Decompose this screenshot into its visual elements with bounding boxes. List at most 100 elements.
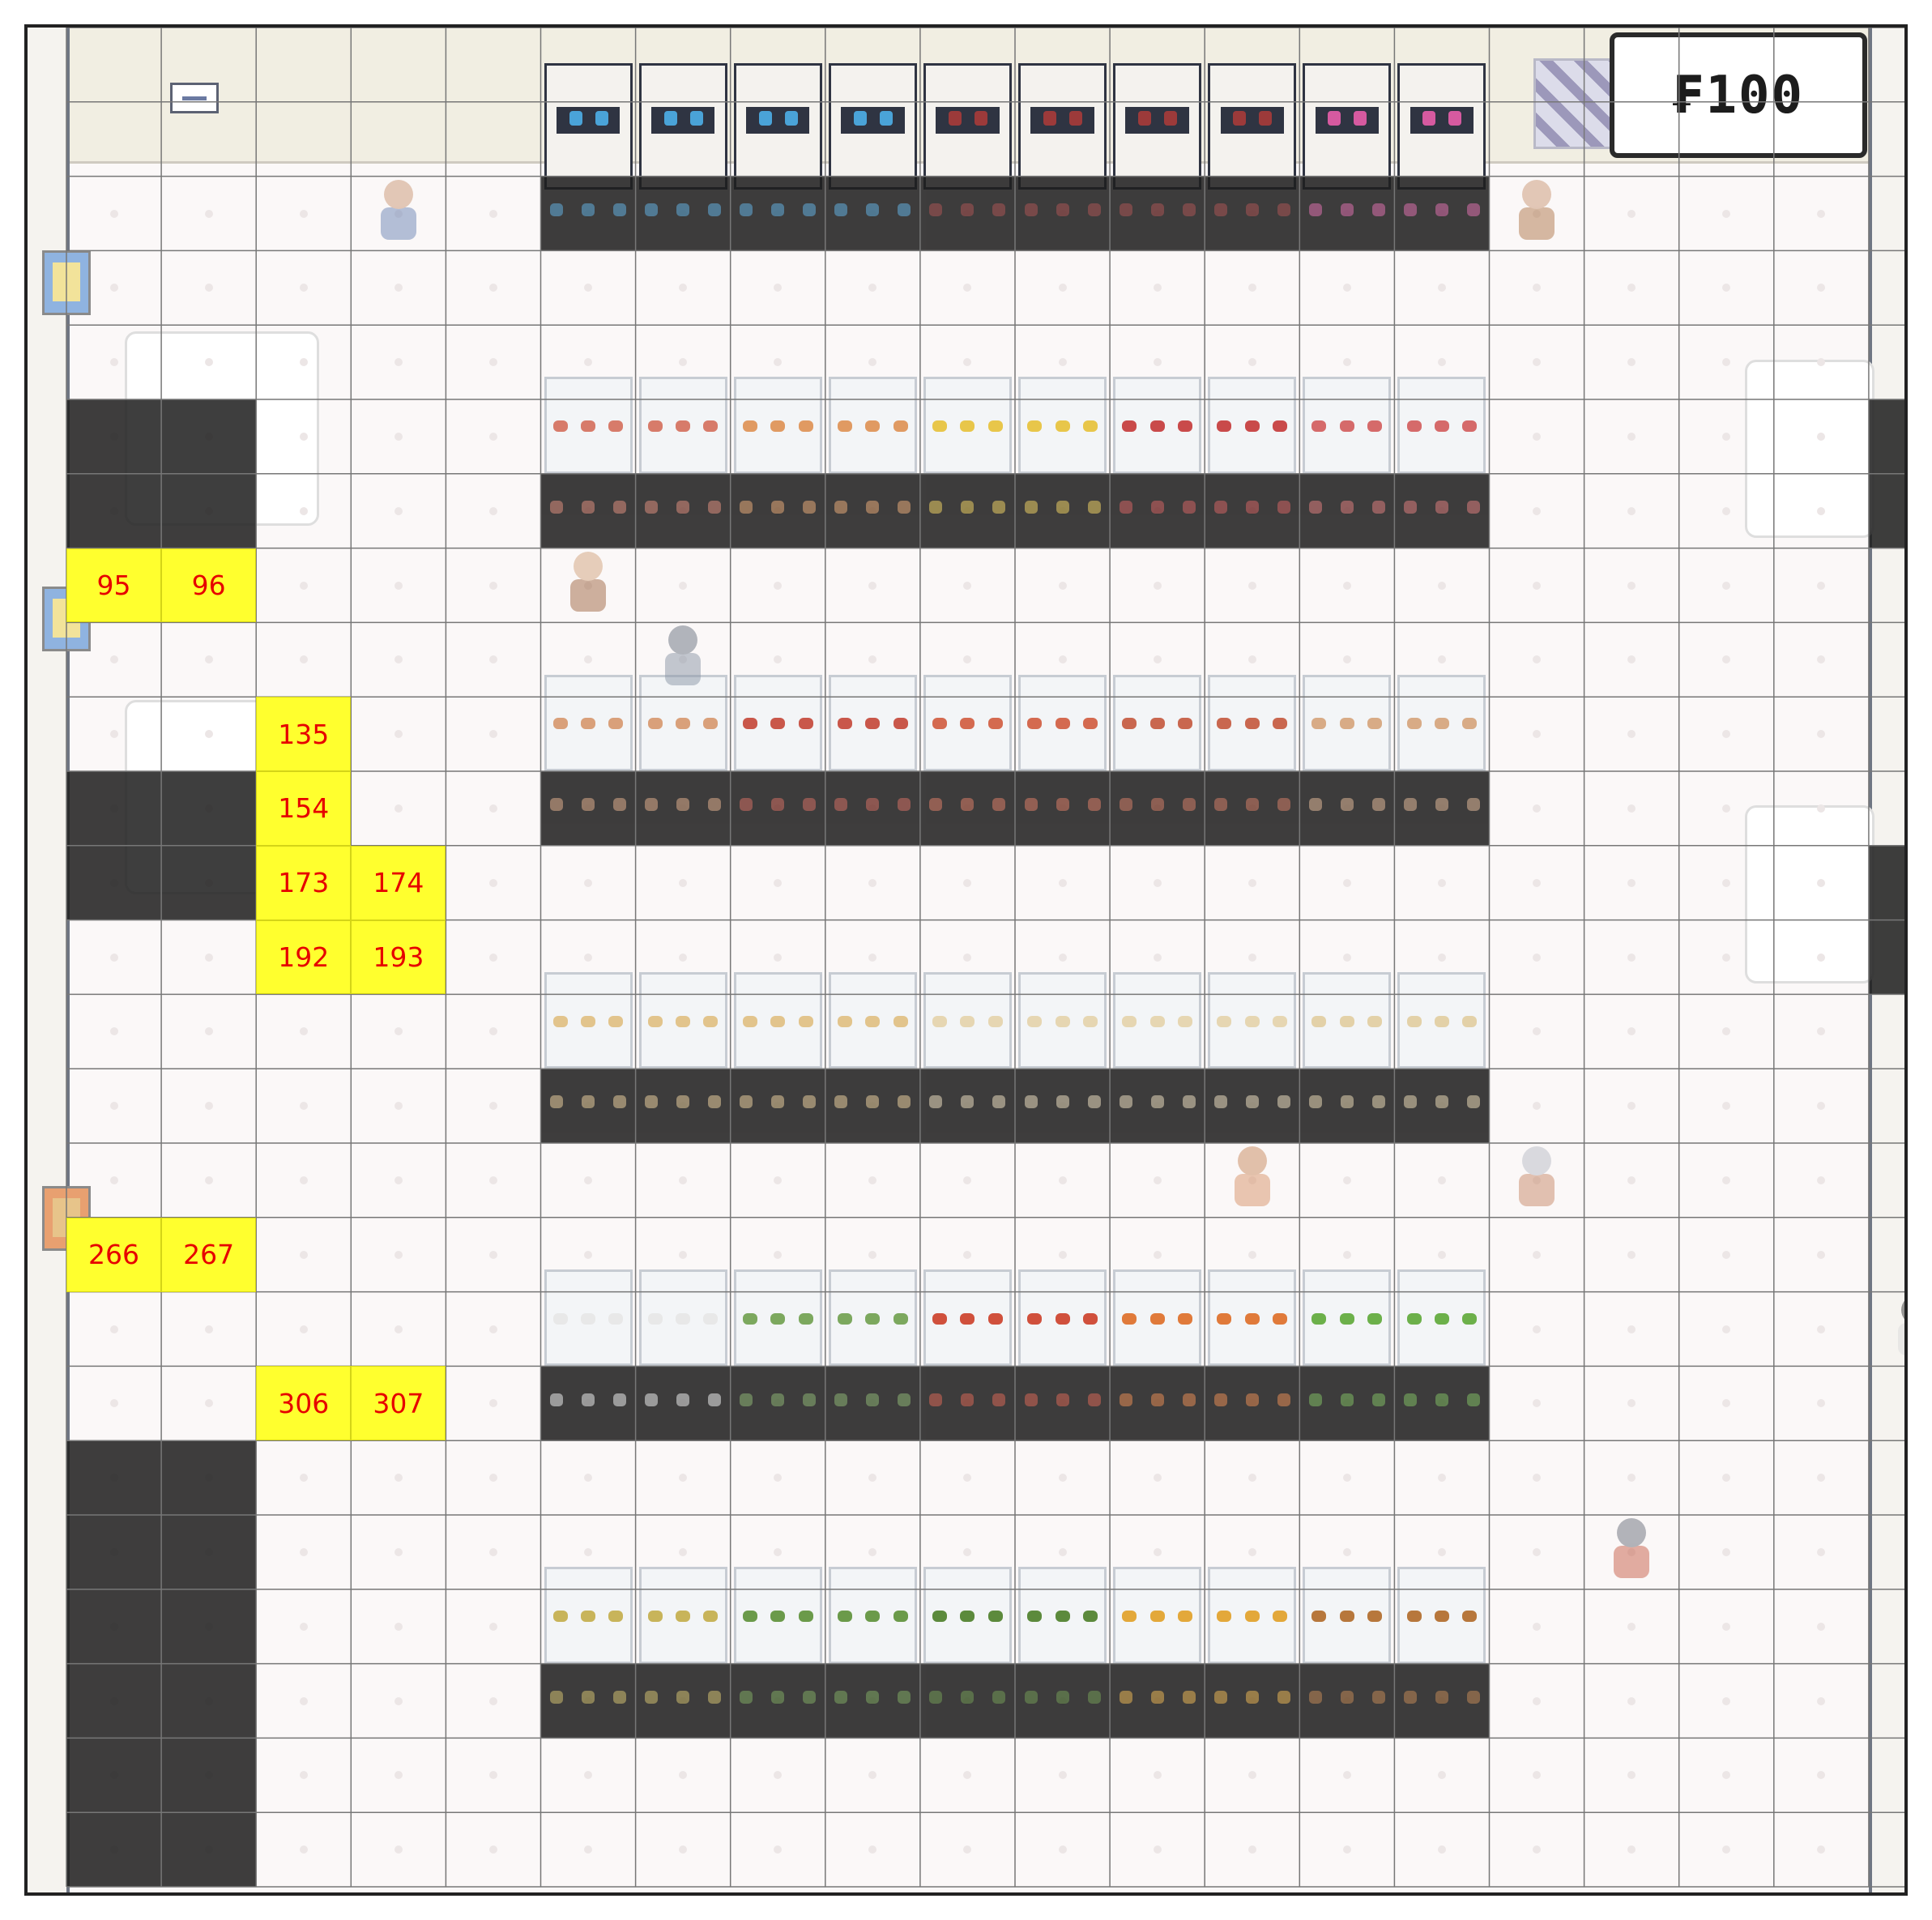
floor-tile bbox=[1627, 1175, 1636, 1184]
floor-tile bbox=[1437, 878, 1446, 887]
floor-tile bbox=[1247, 1845, 1256, 1854]
floor-tile bbox=[1058, 1175, 1067, 1184]
floor-tile bbox=[868, 1175, 877, 1184]
highlighted-cell[interactable]: 307 bbox=[351, 1366, 446, 1441]
highlighted-cell[interactable]: 267 bbox=[161, 1217, 257, 1292]
floor-tile bbox=[963, 581, 972, 590]
blocked-cell bbox=[66, 1812, 162, 1887]
floor-tile bbox=[1533, 804, 1542, 813]
floor-tile bbox=[1627, 581, 1636, 590]
cell-id-label: 192 bbox=[278, 941, 330, 973]
vegetable-shelf-row-unit bbox=[733, 1269, 822, 1367]
shopper-orange-middle bbox=[1228, 1146, 1277, 1211]
floor-tile bbox=[299, 655, 308, 664]
produce-shelf-row-1-unit bbox=[923, 377, 1012, 474]
highlighted-cell[interactable]: 174 bbox=[351, 845, 446, 920]
drink-fridge bbox=[638, 63, 727, 190]
floor-tile bbox=[488, 209, 497, 218]
floor-tile bbox=[204, 1027, 213, 1036]
blocked-cell bbox=[66, 771, 162, 846]
floor-tile bbox=[679, 358, 688, 367]
cell-id-label: 266 bbox=[88, 1239, 140, 1271]
shopper-brown-top-right bbox=[1512, 179, 1561, 245]
floor-tile bbox=[394, 506, 403, 515]
blocked-cell bbox=[161, 771, 257, 846]
floor-tile bbox=[1627, 1325, 1636, 1333]
bakery-shelf-row-unit bbox=[638, 971, 727, 1069]
blocked-cell bbox=[161, 1440, 257, 1515]
highlighted-cell[interactable]: 193 bbox=[351, 919, 446, 995]
floor-tile bbox=[488, 1622, 497, 1631]
floor-tile bbox=[679, 1474, 688, 1483]
blocked-cell bbox=[825, 473, 920, 548]
floor-tile bbox=[204, 1399, 213, 1408]
drink-fridge bbox=[1208, 63, 1297, 190]
floor-tile bbox=[1247, 1474, 1256, 1483]
blocked-cell bbox=[919, 1366, 1015, 1441]
floor-tile bbox=[963, 358, 972, 367]
floor-tile bbox=[299, 358, 308, 367]
floor-tile bbox=[488, 432, 497, 441]
floor-tile bbox=[1533, 1622, 1542, 1631]
highlighted-cell[interactable]: 306 bbox=[256, 1366, 352, 1441]
highlighted-cell[interactable]: 266 bbox=[66, 1217, 162, 1292]
floor-tile bbox=[1533, 953, 1542, 962]
floor-tile bbox=[584, 655, 593, 664]
floor-tile bbox=[1058, 1547, 1067, 1556]
blocked-cell bbox=[635, 771, 731, 846]
blocked-cell bbox=[1110, 176, 1205, 251]
blocked-cell bbox=[825, 771, 920, 846]
highlighted-cell[interactable]: 154 bbox=[256, 771, 352, 846]
cell-id-label: 96 bbox=[191, 569, 226, 601]
blocked-cell bbox=[1299, 771, 1395, 846]
floor-tile bbox=[1247, 1250, 1256, 1259]
floor-tile bbox=[1342, 1845, 1351, 1854]
floor-tile bbox=[1247, 284, 1256, 292]
floor-tile bbox=[1722, 432, 1731, 441]
highlighted-cell[interactable]: 173 bbox=[256, 845, 352, 920]
floor-tile bbox=[774, 581, 783, 590]
floor-tile bbox=[109, 358, 118, 367]
drink-fridge bbox=[923, 63, 1012, 190]
floor-tile bbox=[1722, 1250, 1731, 1259]
floor-tile bbox=[963, 953, 972, 962]
floor-tile bbox=[1437, 1771, 1446, 1780]
service-counter-1 bbox=[1745, 360, 1874, 538]
highlighted-cell[interactable]: 192 bbox=[256, 919, 352, 995]
floor-tile bbox=[774, 878, 783, 887]
highlighted-cell[interactable]: 135 bbox=[256, 697, 352, 771]
blocked-cell bbox=[1205, 1663, 1300, 1739]
blocked-cell bbox=[540, 1663, 636, 1739]
produce-shelf-row-1-unit bbox=[1397, 377, 1486, 474]
floor-tile bbox=[394, 358, 403, 367]
floor-tile bbox=[774, 1547, 783, 1556]
floor-tile bbox=[584, 1771, 593, 1780]
floor-tile bbox=[584, 358, 593, 367]
floor-tile bbox=[1722, 358, 1731, 367]
floor-tile bbox=[679, 1547, 688, 1556]
blocked-cell bbox=[1110, 1366, 1205, 1441]
floor-tile bbox=[109, 1175, 118, 1184]
blocked-cell bbox=[1299, 1663, 1395, 1739]
floor-tile bbox=[1342, 1771, 1351, 1780]
floor-tile bbox=[1722, 1622, 1731, 1631]
blocked-cell bbox=[1299, 176, 1395, 251]
floor-tile bbox=[488, 1325, 497, 1333]
shopper-tan-left bbox=[564, 551, 612, 617]
floor-tile bbox=[299, 1474, 308, 1483]
floor-tile bbox=[584, 1845, 593, 1854]
highlighted-cell[interactable]: 95 bbox=[66, 548, 162, 623]
floor-tile bbox=[394, 1845, 403, 1854]
highlighted-cell[interactable]: 96 bbox=[161, 548, 257, 623]
blocked-cell bbox=[161, 1812, 257, 1887]
floor-tile bbox=[1722, 1325, 1731, 1333]
blocked-cell bbox=[825, 176, 920, 251]
floor-tile bbox=[1722, 1474, 1731, 1483]
blocked-cell bbox=[1394, 176, 1490, 251]
floor-tile bbox=[868, 1845, 877, 1854]
floor-tile bbox=[679, 1175, 688, 1184]
floor-tile bbox=[1153, 1771, 1162, 1780]
floor-tile bbox=[1437, 581, 1446, 590]
floor-tile bbox=[679, 1845, 688, 1854]
floor-tile bbox=[868, 1547, 877, 1556]
